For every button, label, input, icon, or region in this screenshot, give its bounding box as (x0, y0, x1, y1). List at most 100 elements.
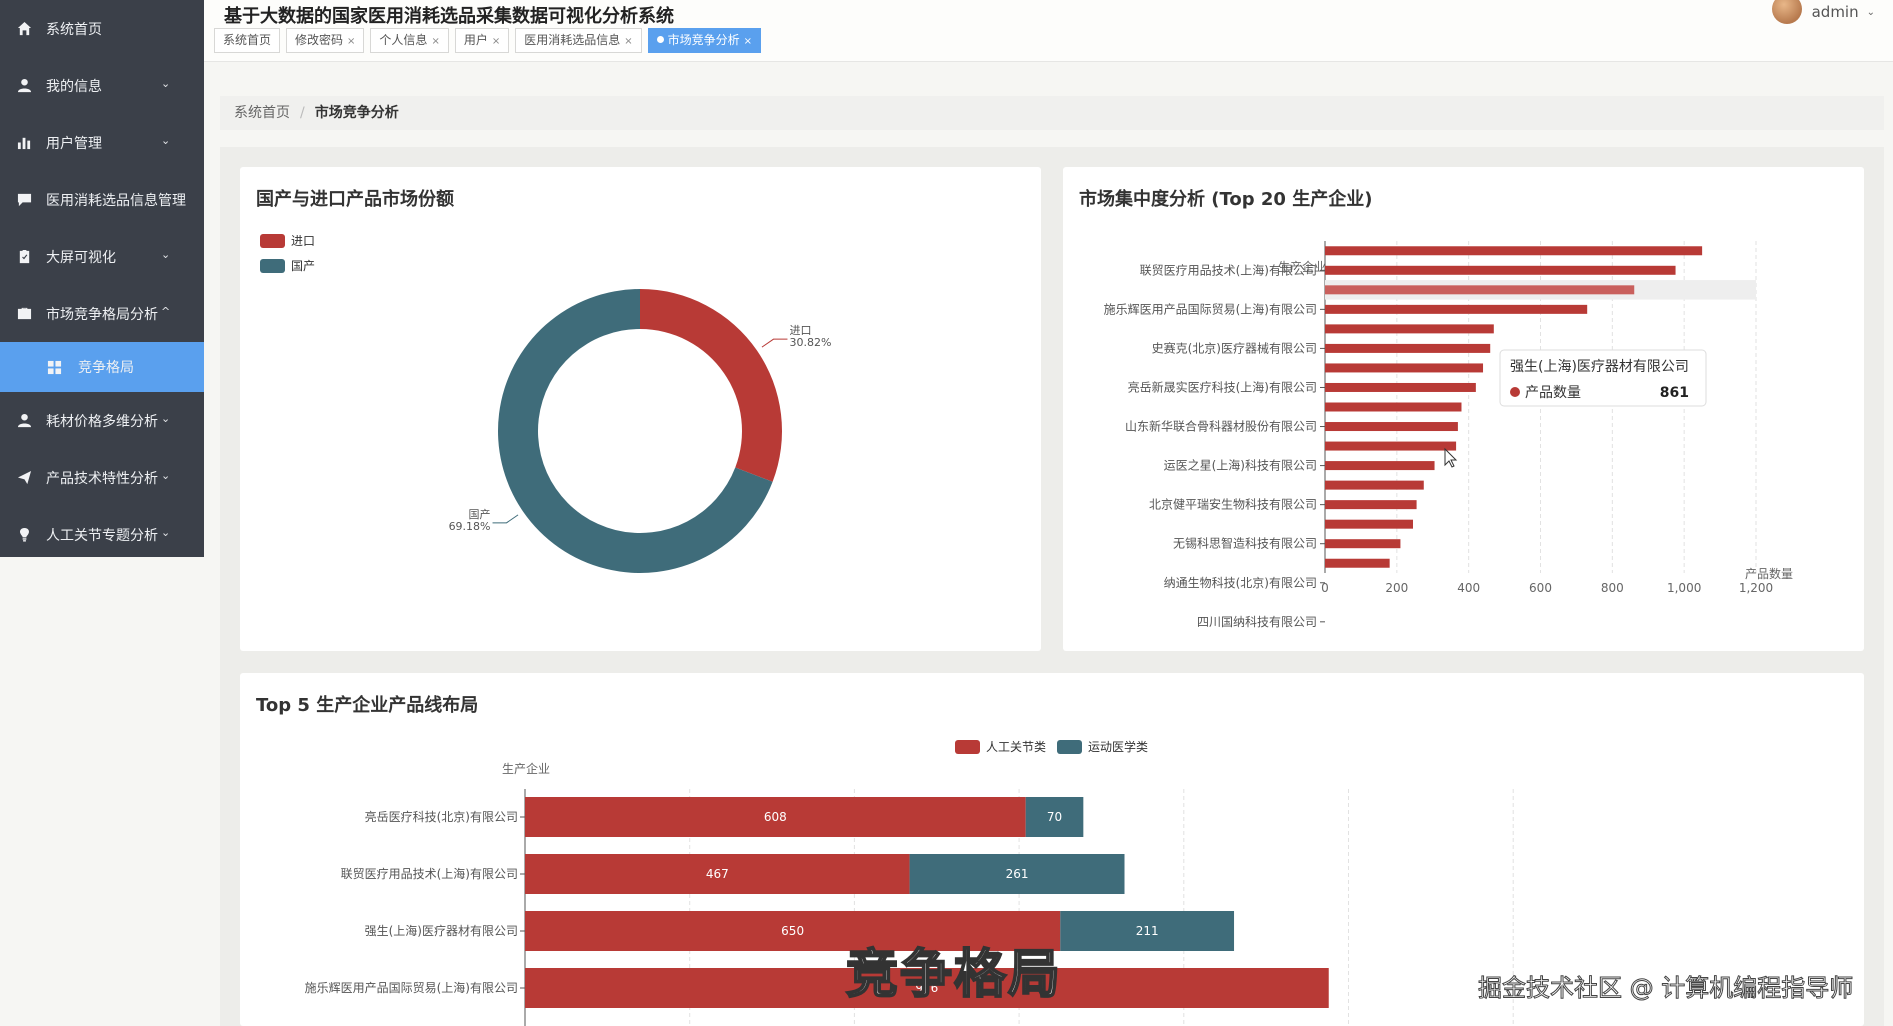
category-label: 无锡科思智造科技有限公司 (1173, 536, 1317, 551)
category-label: 亮岳新晟实医疗科技(上海)有限公司 (1128, 379, 1317, 394)
sidebar-item-label: 产品技术特性分析 (46, 470, 158, 487)
donut-slice (640, 289, 783, 482)
x-tick-label: 1,000 (1667, 581, 1701, 595)
sidebar-item-label: 用户管理 (46, 135, 102, 152)
donut-chart: 进口国产进口30.82%国产69.18% (260, 234, 831, 573)
tooltip: 强生(上海)医疗器材有限公司产品数量 861 (1499, 349, 1707, 407)
category-label: 北京健平瑞安生物科技有限公司 (1149, 497, 1317, 512)
data-label: 70 (1047, 810, 1062, 824)
chevron-down-icon[interactable]: ⌄ (161, 134, 170, 147)
sidebar-item-label: 我的信息 (46, 78, 102, 95)
x-axis-title: 产品数量 (1745, 566, 1793, 581)
tab-4[interactable]: 医用消耗选品信息 × (515, 28, 642, 53)
bar (1325, 363, 1484, 373)
chevron-down-icon[interactable]: ⌄ (161, 526, 170, 539)
data-label: 211 (1136, 924, 1159, 938)
chevron-down-icon[interactable]: ⌄ (161, 469, 170, 482)
tab-1[interactable]: 修改密码 × (286, 28, 365, 53)
tab-label: 医用消耗选品信息 (524, 33, 621, 47)
sidebar-item-6[interactable]: 竞争格局 (0, 342, 204, 392)
bar (1325, 539, 1401, 549)
chevron-up-icon[interactable]: ^ (161, 305, 170, 318)
grid-icon (46, 359, 62, 375)
bar (1325, 441, 1457, 451)
chevron-down-icon[interactable]: ⌄ (161, 412, 170, 425)
person-icon (16, 78, 32, 94)
tab-3[interactable]: 用户 × (454, 28, 510, 53)
bar (1325, 422, 1458, 432)
user-menu[interactable]: admin ⌄ (1771, 0, 1875, 24)
close-icon[interactable]: × (744, 36, 752, 47)
bar (1325, 285, 1635, 295)
chevron-down-icon[interactable]: ⌄ (1867, 7, 1875, 18)
category-label: 联贸医疗用品技术(上海)有限公司 (1140, 262, 1317, 277)
avatar[interactable] (1771, 0, 1802, 24)
close-icon[interactable]: × (347, 36, 355, 47)
user-name[interactable]: admin (1812, 3, 1859, 21)
sidebar-item-2[interactable]: 用户管理 ⌄ (0, 114, 204, 171)
category-label: 史赛克(北京)医疗器械有限公司 (1152, 340, 1317, 355)
sidebar-item-1[interactable]: 我的信息 ⌄ (0, 57, 204, 114)
briefcase-icon (16, 306, 32, 322)
chevron-down-icon[interactable]: ⌄ (161, 77, 170, 90)
tooltip-value: 861 (1660, 385, 1689, 401)
active-dot-icon (656, 36, 664, 43)
x-tick-label: 1,200 (1739, 581, 1773, 595)
send-icon (16, 470, 32, 486)
sidebar-item-7[interactable]: 耗材价格多维分析 ⌄ (0, 392, 204, 449)
close-icon[interactable]: × (492, 36, 500, 47)
clipboard-icon (16, 249, 32, 265)
legend-label: 运动医学类 (1088, 739, 1148, 754)
category-label: 施乐辉医用产品国际贸易(上海)有限公司 (1104, 301, 1317, 316)
bar (1325, 500, 1417, 510)
sidebar-item-label: 人工关节专题分析 (46, 527, 158, 544)
header: 基于大数据的国家医用消耗选品采集数据可视化分析系统 系统首页 修改密码 × 个人信息 ×… (204, 0, 1893, 62)
tab-0[interactable]: 系统首页 (214, 28, 281, 53)
bar (1325, 324, 1494, 334)
bar-chart: 0 200 400 600 800 1,000 1,200生产企业产品数量联贸医疗用品技术(… (1104, 241, 1793, 629)
slice-percent-label: 69.18% (449, 520, 491, 533)
message-icon (16, 192, 32, 208)
bar (1325, 558, 1390, 568)
bar (1325, 304, 1588, 314)
tooltip-company: 强生(上海)医疗器材有限公司 (1510, 359, 1689, 375)
sidebar-item-label: 市场竞争格局分析 (46, 306, 158, 323)
slice-name-label: 国产 (469, 507, 491, 521)
sidebar-item-4[interactable]: 大屏可视化 ⌄ (0, 228, 204, 285)
bar (1325, 480, 1424, 490)
close-icon[interactable]: × (624, 36, 632, 47)
tab-2[interactable]: 个人信息 × (370, 28, 449, 53)
close-icon[interactable]: × (431, 36, 439, 47)
x-tick-label: 400 (1457, 581, 1480, 595)
series-marker-icon (1510, 387, 1520, 397)
breadcrumb-separator: / (300, 105, 305, 121)
tab-label: 用户 (463, 33, 488, 47)
sidebar-item-label: 耗材价格多维分析 (46, 413, 158, 430)
x-tick-label: 600 (1529, 581, 1552, 595)
tab-label: 市场竞争分析 (667, 33, 740, 47)
bar (1325, 246, 1703, 256)
category-label: 强生(上海)医疗器材有限公司 (365, 923, 518, 938)
person-icon (16, 413, 32, 429)
chevron-down-icon[interactable]: ⌄ (161, 248, 170, 261)
sidebar-item-label: 系统首页 (46, 21, 102, 38)
data-label: 467 (706, 867, 729, 881)
sidebar-item-9[interactable]: 人工关节专题分析 ⌄ (0, 506, 204, 563)
category-label: 山东新华联合骨科器材股份有限公司 (1125, 419, 1317, 434)
legend-swatch (260, 259, 285, 273)
bulb-icon (16, 527, 32, 543)
legend-swatch (260, 234, 285, 248)
sidebar-item-0[interactable]: 系统首页 (0, 0, 204, 57)
legend-swatch (1057, 740, 1082, 754)
sidebar-item-5[interactable]: 市场竞争格局分析 ^ (0, 285, 204, 342)
tab-5[interactable]: 市场竞争分析 × (647, 28, 762, 53)
breadcrumb-current: 市场竞争分析 (314, 105, 399, 121)
bar (1325, 461, 1435, 471)
bar (1325, 402, 1462, 412)
category-label: 四川国纳科技有限公司 (1197, 615, 1317, 629)
label-leader (492, 514, 519, 524)
breadcrumb-home[interactable]: 系统首页 (234, 105, 290, 121)
sidebar-item-3[interactable]: 医用消耗选品信息管理 (0, 171, 204, 228)
sidebar-item-8[interactable]: 产品技术特性分析 ⌄ (0, 449, 204, 506)
app-title: 基于大数据的国家医用消耗选品采集数据可视化分析系统 (224, 6, 674, 27)
